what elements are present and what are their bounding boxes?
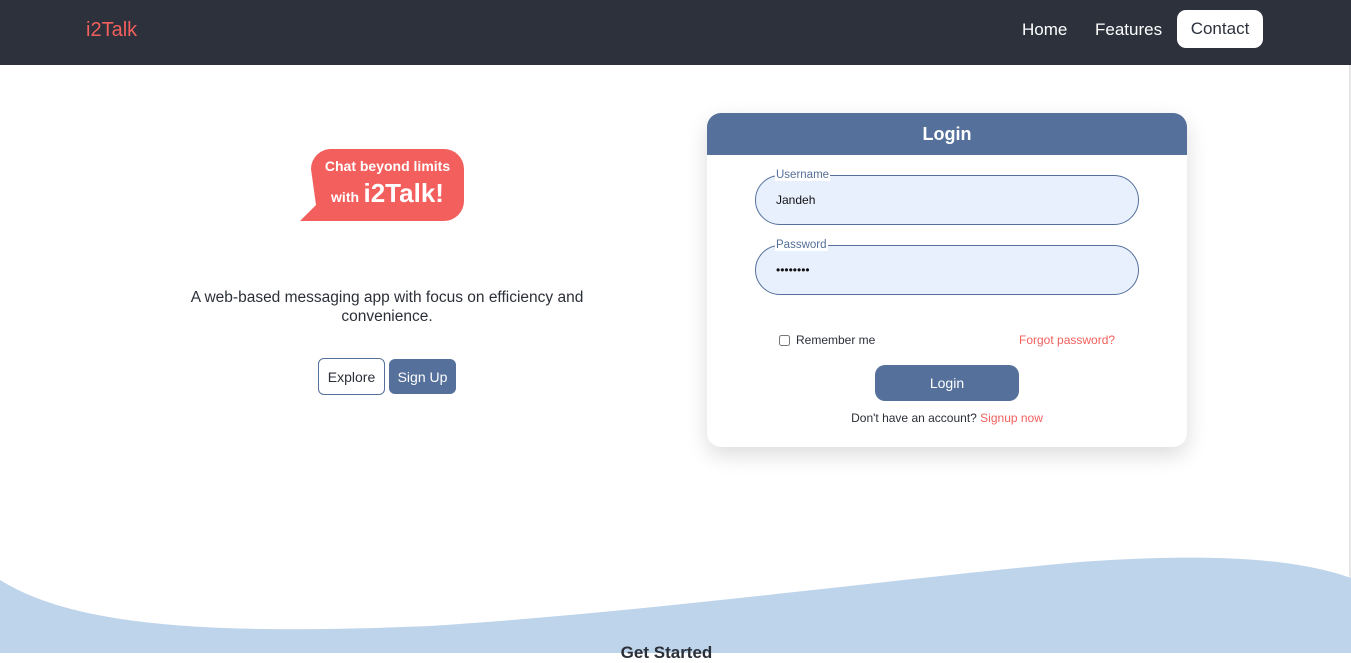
login-card-title: Login bbox=[707, 113, 1187, 155]
bubble-brand-text: i2Talk! bbox=[363, 178, 444, 208]
password-label: Password bbox=[775, 239, 828, 251]
signup-button[interactable]: Sign Up bbox=[389, 359, 456, 394]
bubble-slogan: Chat beyond limits bbox=[324, 158, 451, 174]
bubble-brand-line: with i2Talk! bbox=[311, 178, 464, 209]
wave-divider bbox=[0, 557, 1351, 653]
nav-features-link[interactable]: Features bbox=[1095, 20, 1162, 40]
remember-me-checkbox[interactable] bbox=[779, 334, 790, 346]
navbar: i2Talk Home Features Contact bbox=[0, 0, 1351, 65]
hero-tagline: A web-based messaging app with focus on … bbox=[190, 289, 584, 325]
remember-me-label: Remember me bbox=[796, 333, 876, 347]
login-card: Login Username Password Remember me Forg… bbox=[707, 113, 1187, 447]
get-started-heading: Get Started bbox=[620, 643, 713, 662]
bubble-with-text: with bbox=[331, 189, 360, 205]
username-field[interactable] bbox=[755, 175, 1139, 225]
brand-logo-link[interactable]: i2Talk bbox=[86, 19, 137, 42]
login-submit-button[interactable]: Login bbox=[875, 365, 1019, 401]
explore-button[interactable]: Explore bbox=[318, 358, 385, 395]
forgot-password-link[interactable]: Forgot password? bbox=[1019, 333, 1115, 347]
no-account-text: Don't have an account? bbox=[851, 411, 977, 425]
username-input[interactable] bbox=[776, 190, 1116, 210]
password-field[interactable] bbox=[755, 245, 1139, 295]
username-label: Username bbox=[775, 169, 831, 181]
remember-me[interactable]: Remember me bbox=[779, 333, 875, 347]
signup-now-link[interactable]: Signup now bbox=[980, 411, 1043, 425]
password-input[interactable] bbox=[776, 260, 1116, 280]
nav-home-link[interactable]: Home bbox=[1022, 20, 1067, 40]
nav-contact-button[interactable]: Contact bbox=[1177, 10, 1263, 48]
signup-prompt: Don't have an account? Signup now bbox=[707, 411, 1187, 425]
